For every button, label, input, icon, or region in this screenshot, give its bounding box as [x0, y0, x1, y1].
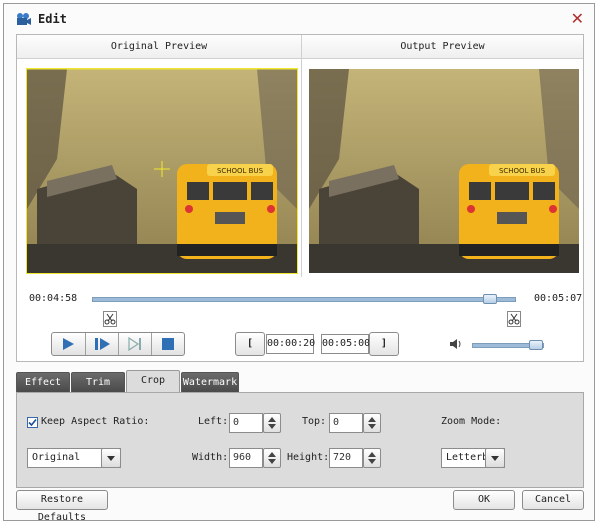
step-forward-icon[interactable] [85, 333, 119, 355]
bus-sign-original: SCHOOL BUS [217, 167, 264, 175]
output-preview-header: Output Preview [302, 35, 583, 59]
zoom-mode-select[interactable]: Letterbox [441, 448, 505, 468]
original-preview-header: Original Preview [17, 35, 302, 59]
bus-sign-output: SCHOOL BUS [499, 167, 546, 175]
end-time: 00:05:07 [534, 293, 583, 304]
chevron-down-icon[interactable] [101, 448, 121, 468]
timeline-slider[interactable] [92, 297, 516, 302]
height-label: Height: [287, 452, 330, 463]
volume-icon[interactable] [449, 337, 463, 351]
title-bar: Edit ✕ [4, 4, 594, 34]
restore-defaults-button[interactable]: Restore Defaults [16, 490, 108, 523]
spin-arrows-icon[interactable] [363, 413, 381, 433]
volume-thumb[interactable] [529, 340, 543, 350]
spin-arrows-icon[interactable] [263, 413, 281, 433]
chevron-down-icon[interactable] [485, 448, 505, 468]
set-end-button[interactable]: ] [369, 332, 399, 356]
left-input[interactable]: 0 [229, 413, 263, 433]
keep-aspect-checkbox[interactable] [27, 417, 38, 428]
tab-effect[interactable]: Effect [16, 372, 70, 392]
set-start-button[interactable]: [ [235, 332, 265, 356]
playback-controls [51, 332, 185, 356]
trim-end-field[interactable]: 00:05:00 [321, 334, 370, 354]
scissor-icon[interactable] [507, 311, 521, 327]
top-input[interactable]: 0 [329, 413, 363, 433]
height-input[interactable]: 720 [329, 448, 363, 468]
tab-trim[interactable]: Trim [71, 372, 125, 392]
scissor-icon[interactable] [103, 311, 117, 327]
output-video: SCHOOL BUS [309, 69, 579, 273]
aspect-select-value: Original [32, 452, 81, 463]
tab-watermark[interactable]: Watermark [181, 372, 239, 392]
preview-divider [301, 35, 302, 277]
crop-panel: Keep Aspect Ratio: Left: 0 Top: 0 Zoom M… [16, 392, 584, 488]
keep-aspect-label: Keep Aspect Ratio: [41, 416, 150, 427]
width-input[interactable]: 960 [229, 448, 263, 468]
left-label: Left: [198, 416, 229, 427]
close-icon[interactable]: ✕ [571, 9, 584, 28]
spin-arrows-icon[interactable] [263, 448, 281, 468]
spin-arrows-icon[interactable] [363, 448, 381, 468]
top-label: Top: [302, 416, 327, 427]
trim-start-field[interactable]: 00:00:20 [266, 334, 315, 354]
check-icon [28, 418, 37, 427]
next-frame-icon[interactable] [118, 333, 152, 355]
ok-button[interactable]: OK [453, 490, 515, 510]
timeline-thumb[interactable] [482, 294, 497, 304]
current-time: 00:04:58 [29, 293, 78, 304]
preview-panel: Original Preview Output Preview SCHOOL B [16, 34, 584, 362]
tab-crop[interactable]: Crop [126, 370, 180, 393]
aspect-select[interactable]: Original [27, 448, 121, 468]
window-title: Edit [38, 12, 67, 26]
zoom-mode-label: Zoom Mode: [441, 416, 502, 427]
play-icon[interactable] [52, 333, 85, 355]
edit-window: Edit ✕ Original Preview Output Preview S… [3, 3, 595, 523]
original-video[interactable]: SCHOOL BUS [26, 68, 298, 274]
stop-icon[interactable] [151, 333, 185, 355]
app-icon [17, 13, 31, 25]
width-label: Width: [192, 452, 229, 463]
cancel-button[interactable]: Cancel [522, 490, 584, 510]
